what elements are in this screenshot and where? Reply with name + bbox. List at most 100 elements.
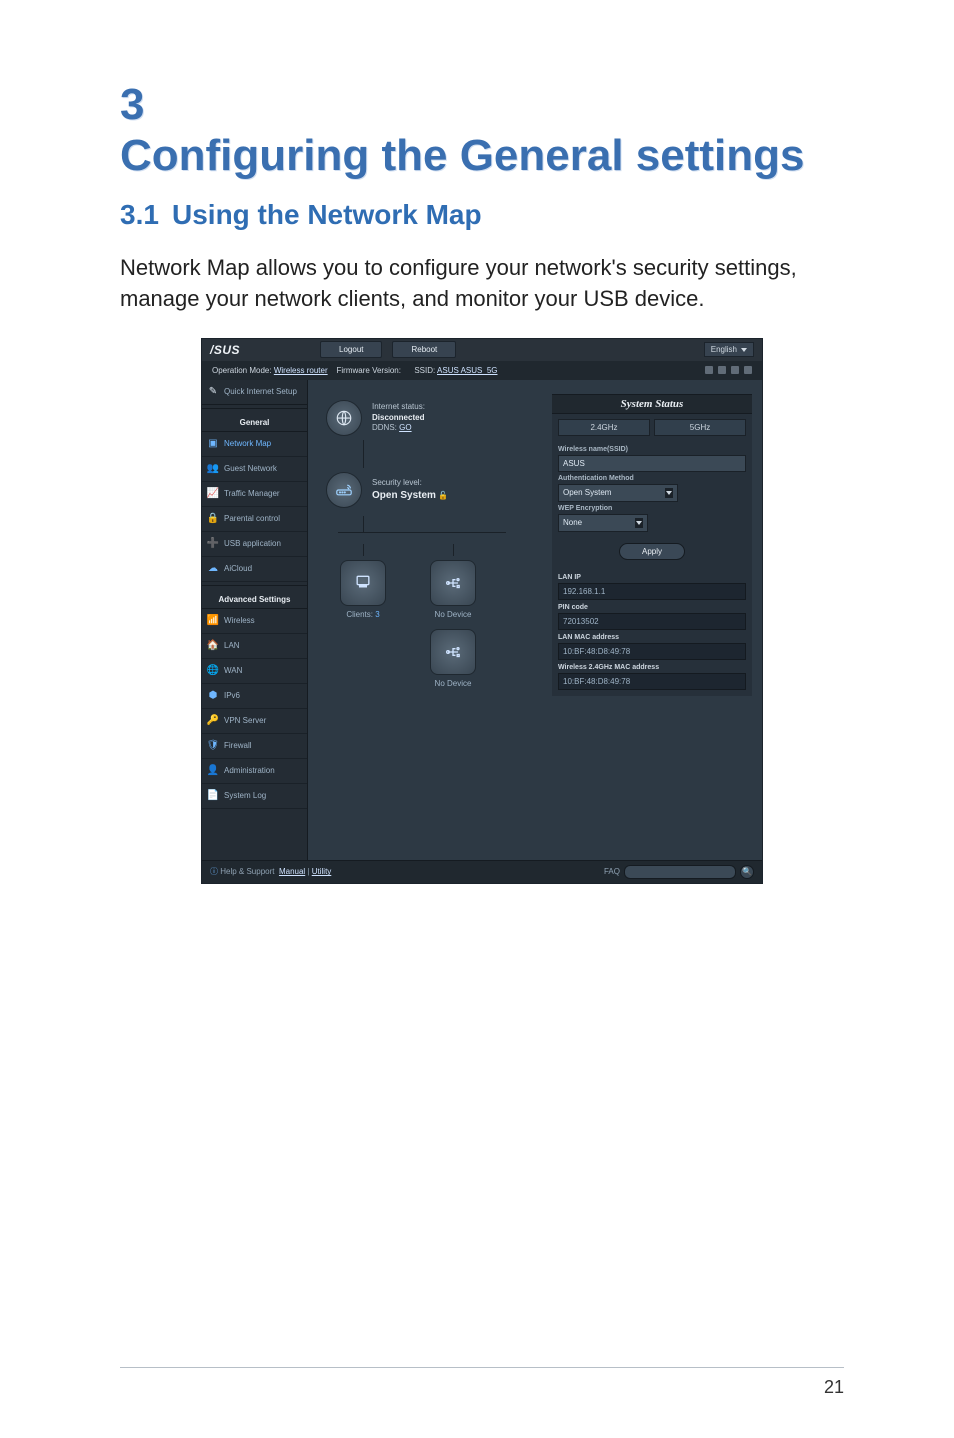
pin-code-value: 72013502 (558, 613, 746, 630)
router-node[interactable]: Security level: Open System 🔓 (322, 472, 522, 508)
ssid-input[interactable]: ASUS (558, 455, 746, 472)
faq-label: FAQ (604, 867, 620, 876)
firewall-icon: 🛡 (208, 741, 218, 751)
sidebar-item-network-map[interactable]: ▣ Network Map (202, 432, 307, 457)
chapter-title: 3Configuring the General settings (120, 80, 844, 181)
section-title: 3.1Using the Network Map (120, 199, 844, 231)
page-divider (120, 1367, 844, 1368)
page-number: 21 (824, 1377, 844, 1398)
quick-setup-label: Quick Internet Setup (224, 387, 297, 396)
ssid-value: ASUS (563, 459, 585, 468)
faq-search-input[interactable] (624, 865, 736, 879)
usb-node-1[interactable] (430, 560, 476, 606)
chevron-down-icon (741, 348, 747, 352)
sidebar-item-wireless[interactable]: 📶 Wireless (202, 609, 307, 634)
admin-icon: 👤 (208, 766, 218, 776)
sidebar-label: AiCloud (224, 564, 252, 573)
router-icon (326, 472, 362, 508)
sidebar-header-advanced: Advanced Settings (202, 589, 307, 609)
security-level-label: Security level: (372, 478, 422, 487)
sidebar-label: Network Map (224, 439, 271, 448)
sidebar-item-guest-network[interactable]: 👥 Guest Network (202, 457, 307, 482)
faq-search-button[interactable]: 🔍 (740, 865, 754, 879)
quick-internet-setup[interactable]: ✎ Quick Internet Setup (202, 380, 307, 405)
log-icon: 📄 (208, 791, 218, 801)
sidebar-item-aicloud[interactable]: ☁ AiCloud (202, 557, 307, 582)
internet-status-label: Internet status: (372, 402, 425, 411)
sidebar-item-usb-application[interactable]: ➕ USB application (202, 532, 307, 557)
mini-icon (731, 366, 739, 374)
wep-label: WEP Encryption (558, 505, 746, 512)
ssid-value-link[interactable]: ASUS ASUS_5G (437, 366, 497, 375)
status-mini-icons (705, 366, 752, 374)
sidebar-item-vpn-server[interactable]: 🔑 VPN Server (202, 709, 307, 734)
footer-bar: ⓘ Help & Support Manual | Utility FAQ 🔍 (202, 860, 762, 883)
lan-mac-value: 10:BF:48:D8:49:78 (558, 643, 746, 660)
wan-icon: 🌐 (208, 666, 218, 676)
wep-select[interactable]: None (558, 514, 648, 532)
wep-value: None (563, 518, 582, 527)
usb-node-2[interactable] (430, 629, 476, 675)
tab-5ghz[interactable]: 5GHz (654, 419, 746, 436)
clients-node[interactable] (340, 560, 386, 606)
lan-mac-label: LAN MAC address (558, 634, 746, 641)
sidebar-item-system-log[interactable]: 📄 System Log (202, 784, 307, 809)
chapter-number: 3 (120, 80, 190, 131)
language-label: English (711, 345, 737, 354)
usb-app-icon: ➕ (208, 539, 218, 549)
manual-link[interactable]: Manual (279, 867, 305, 876)
sidebar-label: LAN (224, 641, 240, 650)
sidebar: ✎ Quick Internet Setup General ▣ Network… (202, 380, 308, 860)
reboot-button[interactable]: Reboot (392, 341, 456, 358)
ipv6-icon: ⬢ (208, 691, 218, 701)
section-number: 3.1 (120, 199, 172, 231)
mini-icon (705, 366, 713, 374)
mini-icon (744, 366, 752, 374)
pin-code-label: PIN code (558, 604, 746, 611)
usb-node-1-label: No Device (412, 610, 494, 619)
clients-count: 3 (375, 610, 379, 619)
chapter-title-text: Configuring the General settings (120, 131, 805, 182)
mini-icon (718, 366, 726, 374)
globe-icon (326, 400, 362, 436)
opmode-value-link[interactable]: Wireless router (274, 366, 328, 375)
auth-method-select[interactable]: Open System (558, 484, 678, 502)
logout-button[interactable]: Logout (320, 341, 382, 358)
wireless-mac-label: Wireless 2.4GHz MAC address (558, 664, 746, 671)
sidebar-item-wan[interactable]: 🌐 WAN (202, 659, 307, 684)
sidebar-item-lan[interactable]: 🏠 LAN (202, 634, 307, 659)
ddns-go-link[interactable]: GO (399, 423, 411, 432)
ssid-label: SSID: (414, 366, 435, 375)
sidebar-label: Guest Network (224, 464, 277, 473)
sidebar-label: Administration (224, 766, 275, 775)
security-level-value: Open System (372, 490, 436, 501)
network-map-icon: ▣ (208, 439, 218, 449)
sidebar-label: Traffic Manager (224, 489, 280, 498)
opmode-label: Operation Mode: (212, 366, 272, 375)
vpn-icon: 🔑 (208, 716, 218, 726)
sidebar-item-parental-control[interactable]: 🔒 Parental control (202, 507, 307, 532)
language-select[interactable]: English (704, 342, 754, 357)
help-icon: ⓘ (210, 867, 218, 876)
sidebar-item-firewall[interactable]: 🛡 Firewall (202, 734, 307, 759)
tab-2-4ghz[interactable]: 2.4GHz (558, 419, 650, 436)
usb-node-2-label: No Device (412, 679, 494, 688)
sidebar-header-general: General (202, 412, 307, 432)
sidebar-label: VPN Server (224, 716, 266, 725)
sidebar-item-traffic-manager[interactable]: 📈 Traffic Manager (202, 482, 307, 507)
ssid-field-label: Wireless name(SSID) (558, 446, 746, 453)
main-area: Internet status: Disconnected DDNS: GO (308, 380, 762, 860)
sidebar-item-administration[interactable]: 👤 Administration (202, 759, 307, 784)
sidebar-item-ipv6[interactable]: ⬢ IPv6 (202, 684, 307, 709)
lan-ip-label: LAN IP (558, 574, 746, 581)
utility-link[interactable]: Utility (312, 867, 332, 876)
clients-label: Clients: (346, 610, 373, 619)
internet-node[interactable]: Internet status: Disconnected DDNS: GO (322, 400, 522, 436)
guest-network-icon: 👥 (208, 464, 218, 474)
apply-button[interactable]: Apply (619, 543, 685, 560)
unlock-icon: 🔓 (438, 491, 448, 500)
sidebar-label: Wireless (224, 616, 255, 625)
aicloud-icon: ☁ (208, 564, 218, 574)
sidebar-label: Firewall (224, 741, 252, 750)
system-status-title: System Status (552, 394, 752, 414)
